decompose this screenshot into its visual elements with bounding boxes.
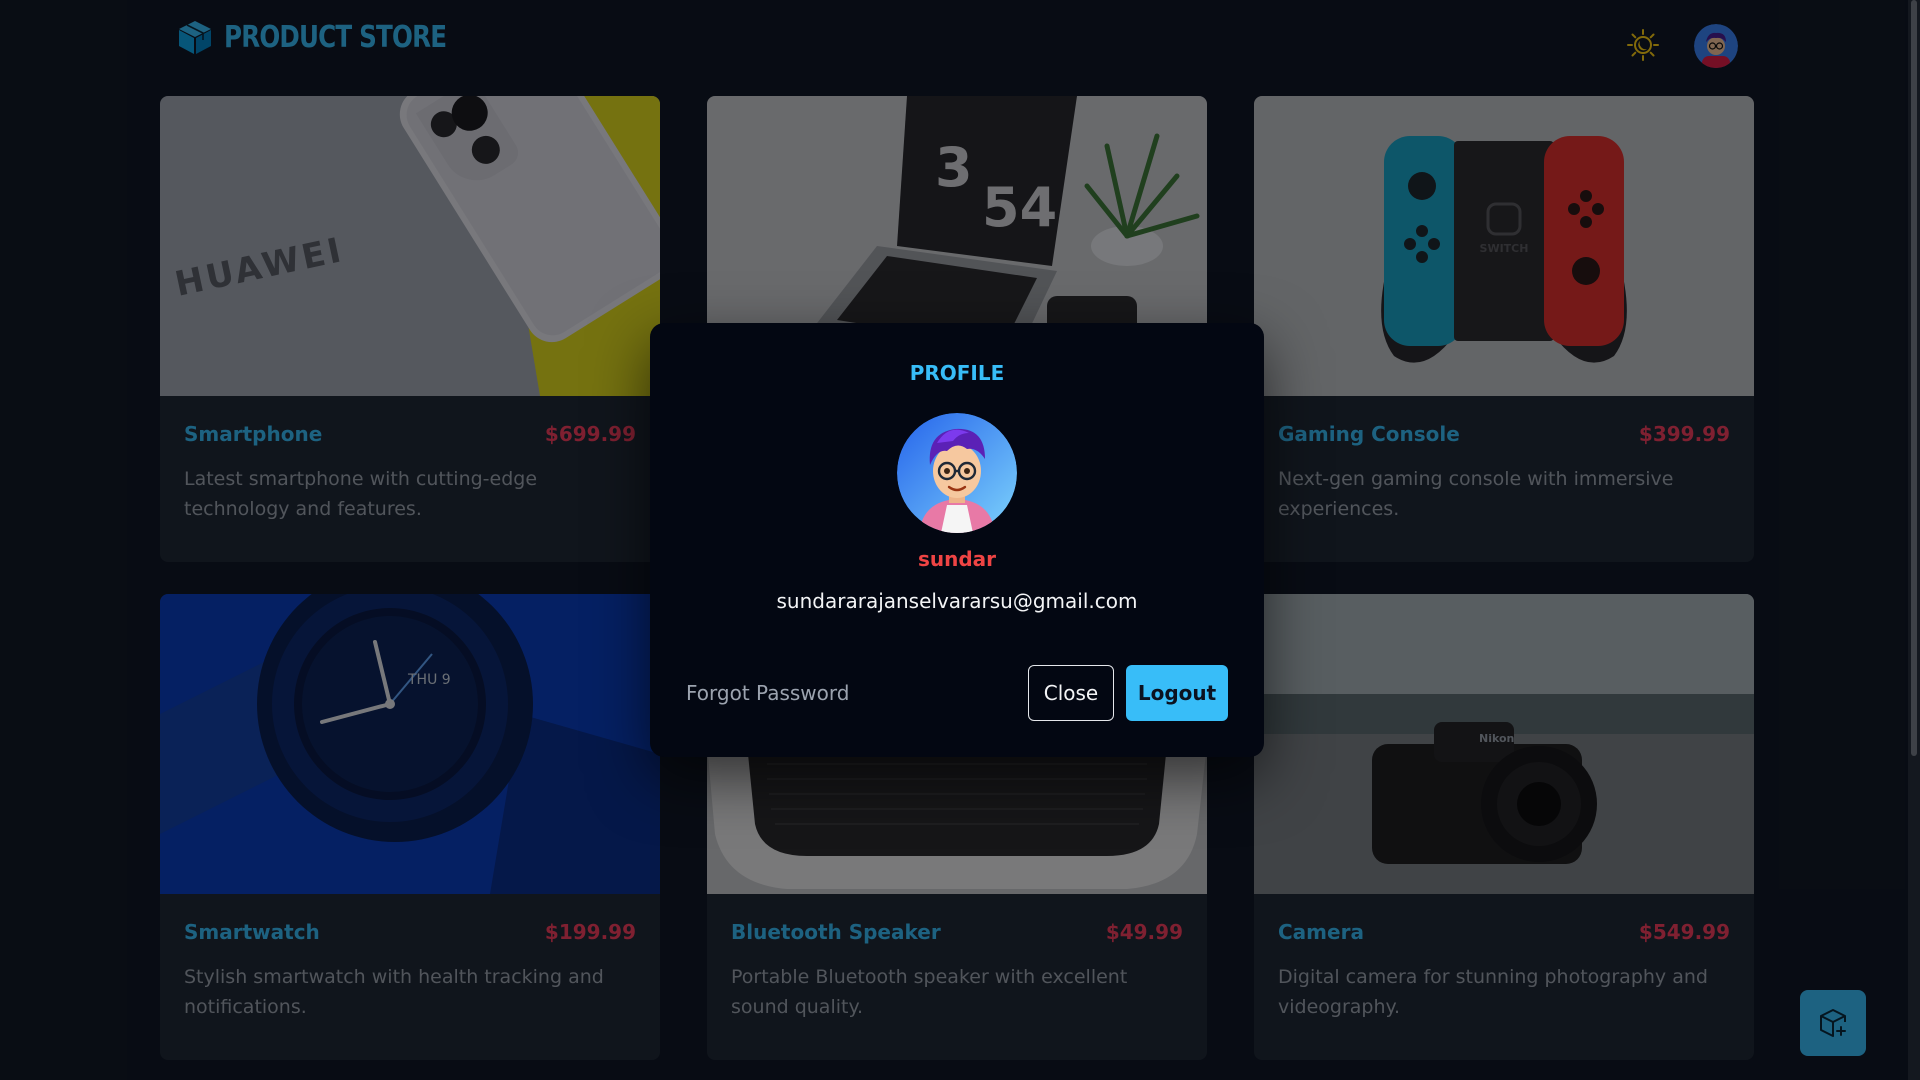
user-avatar-icon [897, 413, 1017, 533]
modal-title: PROFILE [909, 361, 1005, 385]
profile-avatar [897, 413, 1017, 533]
profile-modal: PROFILE sundar sundararajanselvararsu@gm… [650, 323, 1264, 757]
forgot-password-link[interactable]: Forgot Password [686, 681, 849, 705]
product-store-page: PRODUCT STORE HUAWEI Smartphone $699.99 … [0, 0, 1920, 1080]
profile-email: sundararajanselvararsu@gmail.com [776, 589, 1138, 613]
profile-username: sundar [917, 547, 997, 571]
close-button[interactable]: Close [1028, 665, 1114, 721]
logout-button[interactable]: Logout [1126, 665, 1228, 721]
scrollbar-thumb[interactable] [1911, 0, 1917, 756]
